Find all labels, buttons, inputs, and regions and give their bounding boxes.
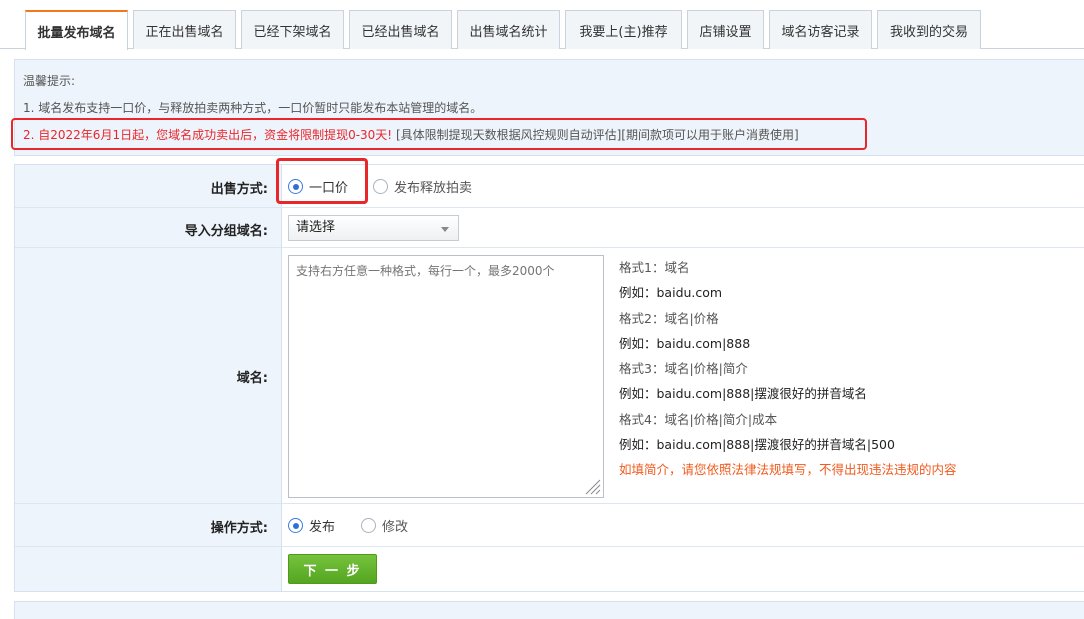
tips-line-2-detail: [具体限制提现天数根据风控规则自动评估][期间款项可以用于账户消费使用] (392, 128, 799, 142)
operation-label: 操作方式: (210, 521, 268, 536)
radio-publish[interactable]: 发布 (288, 516, 335, 535)
radio-unchecked-icon (361, 518, 376, 533)
chevron-down-icon (441, 227, 449, 232)
format-1: 格式1：域名 (619, 260, 690, 275)
radio-checked-icon (288, 518, 303, 533)
format-3: 格式3：域名|价格|简介 (619, 361, 748, 377)
radio-modify[interactable]: 修改 (361, 516, 408, 535)
radio-unchecked-icon (373, 179, 388, 194)
tab-shop-settings[interactable]: 店铺设置 (687, 10, 764, 49)
example-3: 例如：baidu.com|888|摆渡很好的拼音域名 (619, 386, 867, 402)
example-1: 例如：baidu.com (619, 285, 723, 301)
next-step-button[interactable]: 下 一 步 (288, 554, 377, 584)
sale-method-label: 出售方式: (210, 182, 268, 197)
tab-batch-publish[interactable]: 批量发布域名 (25, 10, 128, 50)
format-2: 格式2：域名|价格 (619, 310, 719, 326)
publish-form: 出售方式: 一口价 发布释放拍卖 导入分组域名: 请选择 域名: 格式1：域名 … (14, 158, 1084, 592)
next-section-header (14, 601, 1084, 619)
tips-line-2-warning: 2. 自2022年6月1日起，您域名成功卖出后，资金将限制提现0-30天! (23, 128, 393, 142)
tab-received-trades[interactable]: 我收到的交易 (877, 10, 981, 49)
tips-line-2: 2. 自2022年6月1日起，您域名成功卖出后，资金将限制提现0-30天! [具… (23, 126, 799, 143)
tab-visitor-records[interactable]: 域名访客记录 (769, 10, 872, 49)
tab-bar: 批量发布域名 正在出售域名 已经下架域名 已经出售域名 出售域名统计 我要上(主… (0, 0, 1084, 50)
tips-panel: 温馨提示: 1. 域名发布支持一口价，与释放拍卖两种方式，一口价暂时只能发布本站… (11, 59, 1084, 156)
import-group-label: 导入分组域名: (184, 224, 268, 239)
domains-label: 域名: (236, 371, 268, 386)
tips-line-1: 1. 域名发布支持一口价，与释放拍卖两种方式，一口价暂时只能发布本站管理的域名。 (23, 101, 483, 115)
domains-textarea[interactable] (288, 255, 604, 498)
tab-delisted[interactable]: 已经下架域名 (241, 10, 344, 49)
tab-on-sale[interactable]: 正在出售域名 (133, 10, 236, 49)
tab-sale-stats[interactable]: 出售域名统计 (457, 10, 560, 49)
radio-fixed-price[interactable]: 一口价 (288, 177, 348, 196)
import-group-select[interactable]: 请选择 (288, 215, 459, 241)
tips-title: 温馨提示: (23, 74, 76, 88)
example-2: 例如：baidu.com|888 (619, 335, 751, 351)
example-4: 例如：baidu.com|888|摆渡很好的拼音域名|500 (619, 437, 895, 453)
tab-sold[interactable]: 已经出售域名 (349, 10, 452, 49)
format-4: 格式4：域名|价格|简介|成本 (619, 411, 778, 427)
tab-recommend[interactable]: 我要上(主)推荐 (565, 10, 682, 49)
radio-checked-icon (288, 179, 303, 194)
format-help: 格式1：域名 例如：baidu.com 格式2：域名|价格 例如：baidu.c… (619, 259, 957, 487)
radio-release-auction[interactable]: 发布释放拍卖 (373, 177, 472, 196)
legal-notice: 如填简介，请您依照法律法规填写，不得出现违法违规的内容 (619, 462, 957, 478)
